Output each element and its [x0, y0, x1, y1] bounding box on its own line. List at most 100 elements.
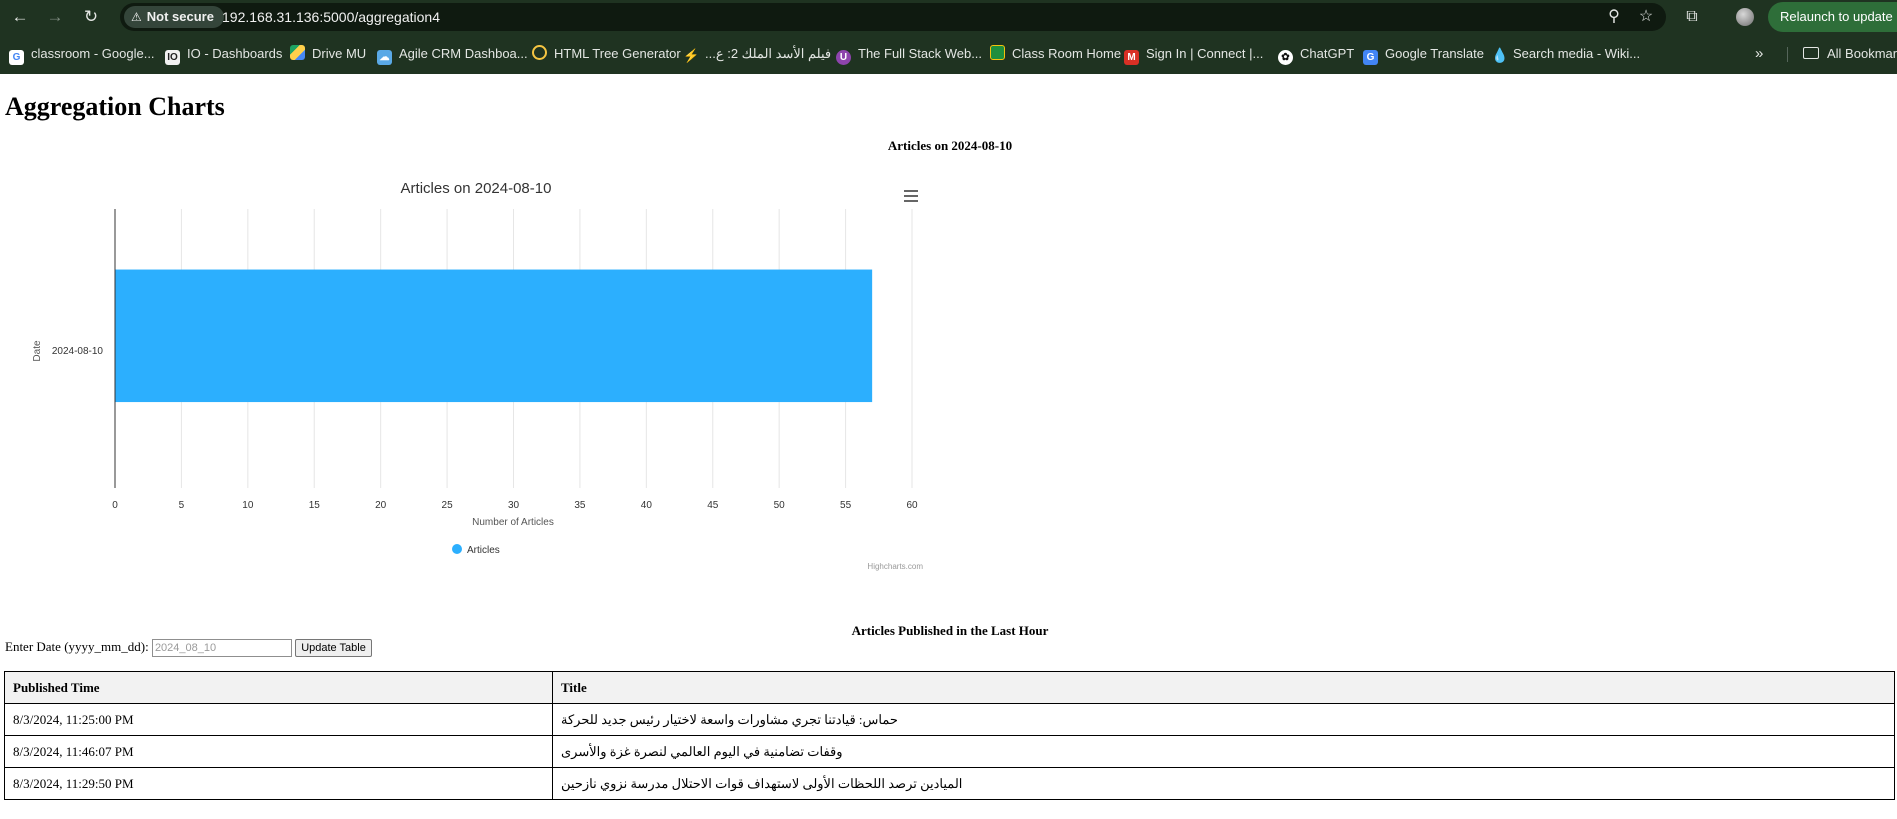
- bookmark-item[interactable]: U The Full Stack Web...: [836, 44, 983, 65]
- warning-icon: ⚠: [131, 10, 142, 24]
- table-row: 8/3/2024, 11:46:07 PM وقفات تضامنية في ا…: [4, 735, 1895, 768]
- date-form: Enter Date (yyyy_mm_dd): Update Table: [5, 638, 372, 658]
- category-axis-title: Date: [32, 340, 43, 362]
- wiki-drop-icon: 💧: [1491, 47, 1509, 63]
- classroom-icon: [990, 45, 1005, 60]
- value-tick-label: 50: [774, 500, 786, 511]
- category-tick-label: 2024-08-10: [52, 346, 104, 357]
- articles-table: Published Time Title 8/3/2024, 11:25:00 …: [4, 671, 1895, 800]
- all-bookmarks-label: All Bookmarks: [1827, 46, 1897, 61]
- article-title: حماس: قيادتنا تجري مشاورات واسعة لاختيار…: [561, 711, 898, 727]
- value-tick-label: 45: [707, 500, 719, 511]
- m-icon: M: [1124, 50, 1139, 65]
- google-icon: G: [9, 50, 24, 65]
- value-tick-label: 40: [641, 500, 653, 511]
- bookmark-label: Agile CRM Dashboa...: [399, 46, 528, 61]
- cloud-icon: ☁: [377, 50, 392, 65]
- published-time-cell: 8/3/2024, 11:29:50 PM: [4, 767, 553, 800]
- bookmark-label: Sign In | Connect |...: [1146, 46, 1264, 61]
- table-section-title: Articles Published in the Last Hour: [851, 623, 1049, 638]
- value-tick-label: 0: [112, 500, 118, 511]
- value-axis-title: Number of Articles: [472, 517, 554, 528]
- article-title: وقفات تضامنية في اليوم العالمي لنصرة غزة…: [561, 743, 843, 759]
- table-row: 8/3/2024, 11:25:00 PM حماس: قيادتنا تجري…: [4, 703, 1895, 736]
- security-chip[interactable]: ⚠ Not secure: [124, 6, 224, 28]
- bookmarks-divider: [1787, 47, 1788, 62]
- chart-section-title: Articles on 2024-08-10: [887, 138, 1013, 153]
- value-tick-label: 15: [309, 500, 321, 511]
- bookmark-star-icon[interactable]: ☆: [1634, 5, 1658, 29]
- url-text[interactable]: 192.168.31.136:5000/aggregation4: [222, 3, 440, 31]
- bookmark-label: Class Room Home: [1012, 46, 1122, 61]
- bookmark-item[interactable]: 💧 Search media - Wiki...: [1491, 44, 1640, 64]
- column-header-title: Title: [552, 671, 1895, 704]
- all-bookmarks-button[interactable]: All Bookmarks: [1803, 44, 1897, 64]
- profile-avatar[interactable]: [1736, 8, 1754, 26]
- bookmark-item[interactable]: G Google Translate: [1363, 44, 1485, 65]
- bookmark-item[interactable]: ⚡ فيلم الأسد الملك 2: ع...: [683, 44, 831, 64]
- value-tick-label: 60: [906, 500, 918, 511]
- reload-icon[interactable]: ↻: [79, 5, 103, 29]
- date-label: Enter Date (yyyy_mm_dd):: [5, 639, 149, 654]
- bookmark-item[interactable]: Drive MU: [290, 44, 366, 64]
- bookmark-label: Google Translate: [1385, 46, 1485, 61]
- bookmark-label: Drive MU: [312, 46, 367, 61]
- circle-icon: [532, 45, 547, 60]
- value-tick-label: 10: [242, 500, 254, 511]
- forward-icon[interactable]: →: [43, 5, 67, 29]
- bookmark-item[interactable]: Class Room Home: [990, 44, 1121, 64]
- bookmark-label: ChatGPT: [1300, 46, 1355, 61]
- relaunch-button[interactable]: Relaunch to update: [1768, 2, 1897, 32]
- bookmark-item[interactable]: M Sign In | Connect |...: [1124, 44, 1264, 65]
- value-tick-label: 55: [840, 500, 852, 511]
- bookmark-label: Search media - Wiki...: [1513, 46, 1641, 61]
- bookmarks-bar: Gclassroom - Google... IO IO - Dashboards…: [0, 34, 1897, 74]
- published-time-cell: 8/3/2024, 11:46:07 PM: [4, 735, 553, 768]
- google-drive-icon: [290, 45, 305, 60]
- value-tick-label: 20: [375, 500, 387, 511]
- purple-u-icon: U: [836, 50, 851, 65]
- bookmark-item[interactable]: Gclassroom - Google...: [9, 44, 155, 65]
- value-tick-label: 5: [179, 500, 185, 511]
- folder-icon: [1803, 47, 1819, 59]
- chart-svg: 0 5 10 15 20 25 30 35 40 45 50 55 60 Articles on 202…: [29, 168, 933, 578]
- bookmark-label: HTML Tree Generator: [554, 46, 681, 61]
- value-tick-label: 25: [442, 500, 454, 511]
- io-icon: IO: [165, 50, 180, 65]
- update-table-button[interactable]: Update Table: [295, 639, 372, 658]
- chart-credits[interactable]: Highcharts.com: [867, 562, 923, 571]
- extensions-icon[interactable]: ⧉: [1680, 5, 1704, 29]
- article-title: الميادين ترصد اللحظات الأولى لاستهداف قو…: [561, 775, 963, 791]
- bookmark-item[interactable]: IO IO - Dashboards: [165, 44, 283, 65]
- zoom-icon[interactable]: ⚲: [1602, 5, 1626, 29]
- legend-label: Articles: [467, 545, 500, 556]
- back-icon[interactable]: ←: [8, 5, 32, 29]
- bookmark-item[interactable]: ✿ ChatGPT: [1278, 44, 1355, 65]
- table-header-row: Published Time Title: [4, 671, 1895, 704]
- title-cell: حماس: قيادتنا تجري مشاورات واسعة لاختيار…: [552, 703, 1895, 736]
- more-bookmarks-icon[interactable]: »: [1755, 44, 1763, 64]
- title-cell: وقفات تضامنية في اليوم العالمي لنصرة غزة…: [552, 735, 1895, 768]
- bar-articles[interactable]: [115, 269, 873, 403]
- bolt-icon: ⚡: [683, 48, 700, 63]
- column-header-published-time: Published Time: [4, 671, 553, 704]
- bookmark-label: The Full Stack Web...: [858, 46, 983, 61]
- published-time-cell: 8/3/2024, 11:25:00 PM: [4, 703, 553, 736]
- bookmark-item[interactable]: ☁ Agile CRM Dashboa...: [377, 44, 528, 65]
- title-cell: الميادين ترصد اللحظات الأولى لاستهداف قو…: [552, 767, 1895, 800]
- bookmark-item[interactable]: HTML Tree Generator: [532, 44, 681, 64]
- bookmark-label: IO - Dashboards: [187, 46, 283, 61]
- value-tick-label: 35: [574, 500, 586, 511]
- date-input[interactable]: [151, 639, 292, 658]
- translate-icon: G: [1363, 50, 1378, 65]
- value-tick-label: 30: [508, 500, 520, 511]
- page-title: Aggregation Charts: [5, 92, 225, 121]
- legend-marker: [452, 544, 462, 554]
- address-bar[interactable]: ⚠ Not secure 192.168.31.136:5000/aggregat…: [120, 3, 1666, 31]
- chart-title: Articles on 2024-08-10: [401, 180, 552, 197]
- table-row: 8/3/2024, 11:29:50 PM الميادين ترصد اللح…: [4, 767, 1895, 800]
- chart-menu-icon[interactable]: [904, 190, 918, 202]
- bookmark-label: فيلم الأسد الملك 2: ع...: [705, 46, 832, 61]
- security-label: Not secure: [146, 9, 214, 24]
- chatgpt-icon: ✿: [1278, 50, 1293, 65]
